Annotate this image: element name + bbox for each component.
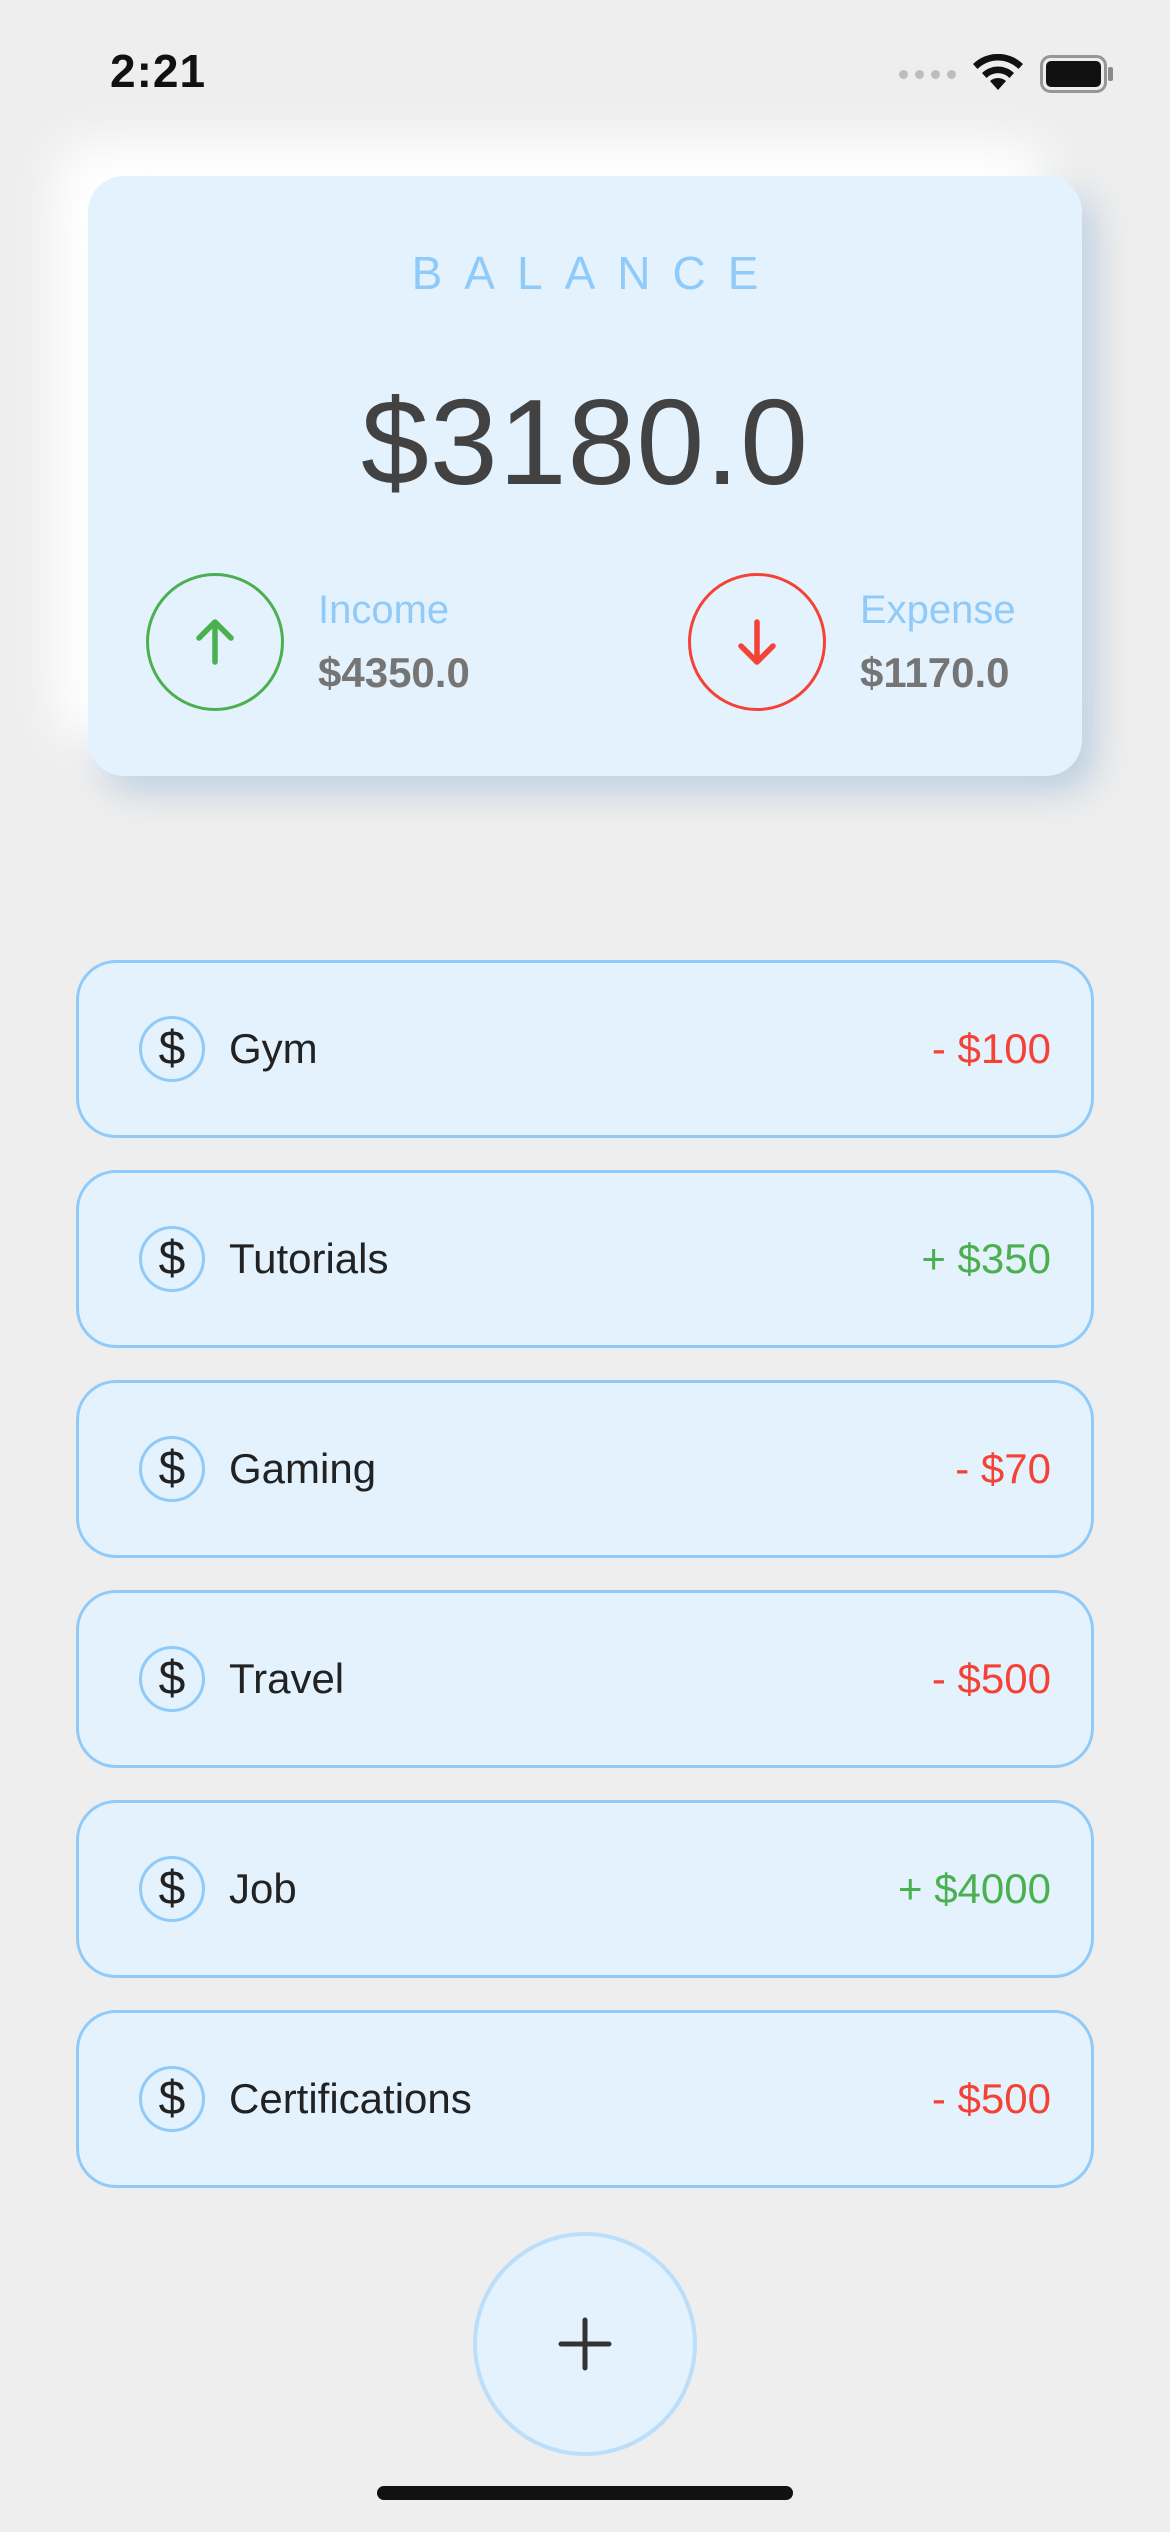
dollar-icon: $ bbox=[139, 1646, 205, 1712]
balance-card: BALANCE $3180.0 Income $4350.0 Expense $ bbox=[88, 176, 1082, 776]
add-transaction-button[interactable] bbox=[473, 2232, 697, 2456]
transaction-item[interactable]: $ Gaming - $70 bbox=[76, 1380, 1094, 1558]
expense-text: Expense $1170.0 bbox=[860, 588, 1016, 697]
dollar-icon: $ bbox=[139, 1016, 205, 1082]
income-label: Income bbox=[318, 587, 450, 632]
dollar-icon: $ bbox=[139, 1436, 205, 1502]
balance-amount: $3180.0 bbox=[361, 374, 809, 510]
transaction-list: $ Gym - $100 $ Tutorials + $350 $ Gaming… bbox=[76, 960, 1094, 2220]
dollar-icon: $ bbox=[139, 1856, 205, 1922]
income-indicator bbox=[146, 573, 284, 711]
transaction-item[interactable]: $ Tutorials + $350 bbox=[76, 1170, 1094, 1348]
transaction-amount: - $500 bbox=[931, 1655, 1051, 1702]
transaction-name: Gym bbox=[229, 1025, 318, 1072]
transaction-amount: + $4000 bbox=[898, 1865, 1051, 1912]
transaction-name: Certifications bbox=[229, 2075, 472, 2122]
income-value: $4350.0 bbox=[318, 648, 470, 696]
plus-icon bbox=[558, 2317, 612, 2371]
home-indicator[interactable] bbox=[377, 2486, 793, 2500]
income-text: Income $4350.0 bbox=[318, 588, 470, 697]
status-icons bbox=[899, 52, 1114, 96]
dollar-icon: $ bbox=[139, 1226, 205, 1292]
status-time: 2:21 bbox=[110, 45, 207, 97]
dollar-icon: $ bbox=[139, 2066, 205, 2132]
income-summary: Income $4350.0 bbox=[146, 572, 470, 712]
arrow-up-icon bbox=[196, 619, 234, 665]
transaction-item[interactable]: $ Job + $4000 bbox=[76, 1800, 1094, 1978]
transaction-amount: - $70 bbox=[955, 1445, 1051, 1492]
expense-value: $1170.0 bbox=[860, 648, 1010, 696]
expense-indicator bbox=[688, 573, 826, 711]
signal-dots-icon bbox=[899, 69, 956, 79]
wifi-icon bbox=[973, 54, 1023, 90]
expense-summary: Expense $1170.0 bbox=[688, 572, 1016, 712]
balance-label: BALANCE bbox=[411, 247, 781, 299]
transaction-item[interactable]: $ Certifications - $500 bbox=[76, 2010, 1094, 2188]
transaction-name: Travel bbox=[229, 1655, 345, 1702]
app-screen: 2:21 BALANCE $3180.0 Income $4350.0 Expe… bbox=[0, 0, 1170, 2532]
transaction-amount: - $100 bbox=[931, 1025, 1051, 1072]
transaction-name: Job bbox=[229, 1865, 297, 1912]
transaction-item[interactable]: $ Travel - $500 bbox=[76, 1590, 1094, 1768]
transaction-item[interactable]: $ Gym - $100 bbox=[76, 960, 1094, 1138]
transaction-amount: - $500 bbox=[931, 2075, 1051, 2122]
transaction-name: Tutorials bbox=[229, 1235, 389, 1282]
expense-label: Expense bbox=[860, 587, 1016, 632]
transaction-name: Gaming bbox=[229, 1445, 377, 1492]
battery-icon bbox=[1040, 55, 1113, 93]
arrow-down-icon bbox=[738, 619, 776, 665]
transaction-amount: + $350 bbox=[921, 1235, 1051, 1282]
